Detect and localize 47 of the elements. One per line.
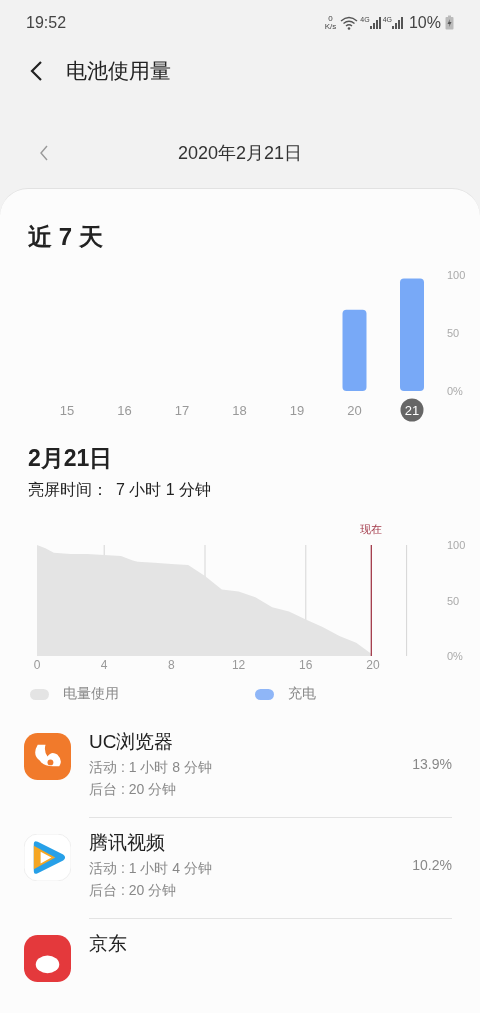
selected-day-marker: 21 — [400, 398, 424, 422]
screen-time-value: 7 小时 1 分钟 — [116, 480, 212, 500]
axis-label: 16 — [299, 658, 313, 671]
battery-charging-icon — [445, 15, 454, 30]
axis-label: 0% — [447, 650, 463, 662]
net-speed-value: 0 — [328, 14, 333, 23]
clock: 19:52 — [26, 13, 67, 32]
axis-label: 4 — [100, 658, 108, 671]
section-title: 2月21日 — [28, 444, 113, 473]
section-title: 近 7 天 — [28, 222, 103, 252]
background-time: 后台 : 20 分钟 — [89, 781, 178, 799]
signal-icon — [391, 16, 403, 29]
axis-label: 100 — [447, 539, 466, 551]
app-name: 京东 — [89, 932, 128, 956]
axis-label: 8 — [168, 658, 175, 671]
usage-percent: 13.9% — [412, 756, 452, 772]
net-speed-unit: K/s — [324, 22, 337, 31]
signal-icon — [369, 16, 381, 29]
background-time: 后台 : 20 分钟 — [89, 882, 178, 900]
page-title: 电池使用量 — [66, 58, 171, 84]
date-label: 2020年2月21日 — [176, 142, 304, 165]
usage-percent: 10.2% — [412, 857, 452, 873]
now-label: 现在 — [360, 523, 383, 535]
play-app-icon — [24, 834, 71, 881]
wifi-icon — [340, 15, 359, 30]
day-label: 16 — [117, 403, 132, 418]
active-time: 活动 : 1 小时 8 分钟 — [89, 759, 213, 777]
axis-label: 100 — [447, 269, 466, 281]
axis-label: 50 — [447, 594, 460, 607]
axis-label: 50 — [447, 327, 460, 339]
battery-percent: 10% — [408, 13, 441, 32]
day-label: 17 — [174, 403, 190, 418]
day-label: 15 — [59, 403, 75, 418]
app-name: 腾讯视频 — [89, 831, 166, 855]
legend-label: 电量使用 — [63, 685, 119, 703]
app-name: UC浏览器 — [89, 730, 175, 754]
axis-label: 0% — [447, 385, 463, 397]
x-tick-label: 21 — [404, 403, 420, 418]
active-time: 活动 : 1 小时 4 分钟 — [89, 860, 213, 878]
day-label: 20 — [347, 403, 362, 418]
axis-label: 20 — [366, 658, 380, 671]
axis-label: 0 — [33, 658, 41, 671]
day-label: 19 — [289, 403, 305, 418]
screen-time-label: 亮屏时间： — [28, 480, 108, 500]
legend-label: 充电 — [288, 685, 316, 703]
day-label: 18 — [232, 403, 247, 418]
axis-label: 12 — [231, 658, 246, 671]
